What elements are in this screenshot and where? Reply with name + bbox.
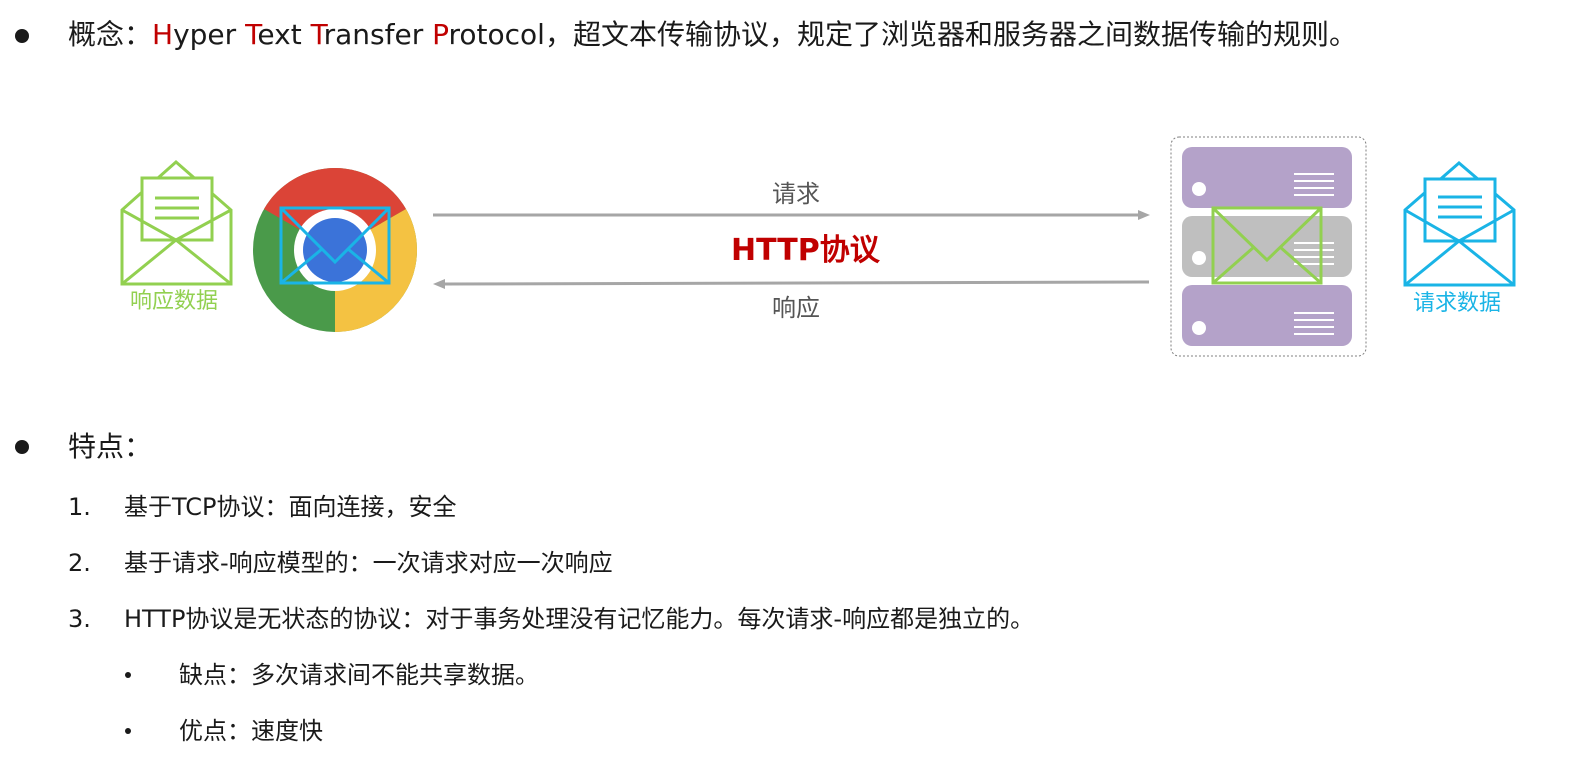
- response-arrow: [433, 279, 1150, 289]
- sub-item-bullet: [125, 728, 131, 734]
- request-data-label: 请求数据: [1413, 291, 1502, 316]
- feature-item-text: 基于TCP协议：面向连接，安全: [124, 493, 457, 521]
- feature-item-text: HTTP协议是无状态的协议：对于事务处理没有记忆能力。每次请求-响应都是独立的。: [124, 605, 1035, 633]
- feature-item-number: 3.: [68, 605, 91, 633]
- sub-item-bullet: [125, 672, 131, 678]
- response-label: 响应: [772, 294, 820, 322]
- chrome-browser-icon: [253, 168, 417, 332]
- sub-item-text: 优点：速度快: [179, 717, 323, 745]
- open-envelope-icon: [120, 160, 233, 286]
- request-label: 请求: [772, 180, 820, 208]
- features-bullet: [15, 440, 29, 454]
- sub-item-text: 缺点：多次请求间不能共享数据。: [179, 661, 539, 689]
- protocol-label: HTTP协议: [731, 233, 880, 268]
- feature-item-number: 1.: [68, 493, 91, 521]
- response-data-label: 响应数据: [130, 289, 219, 314]
- feature-item-text: 基于请求-响应模型的：一次请求对应一次响应: [124, 549, 613, 577]
- http-diagram: 响应数据 请求数据 请求 HTTP协议 响应: [0, 0, 1573, 400]
- features-title: 特点：: [68, 430, 153, 463]
- request-arrow: [433, 210, 1150, 220]
- feature-item-number: 2.: [68, 549, 91, 577]
- server-icon: [1170, 136, 1367, 357]
- open-envelope-icon: [1403, 161, 1516, 287]
